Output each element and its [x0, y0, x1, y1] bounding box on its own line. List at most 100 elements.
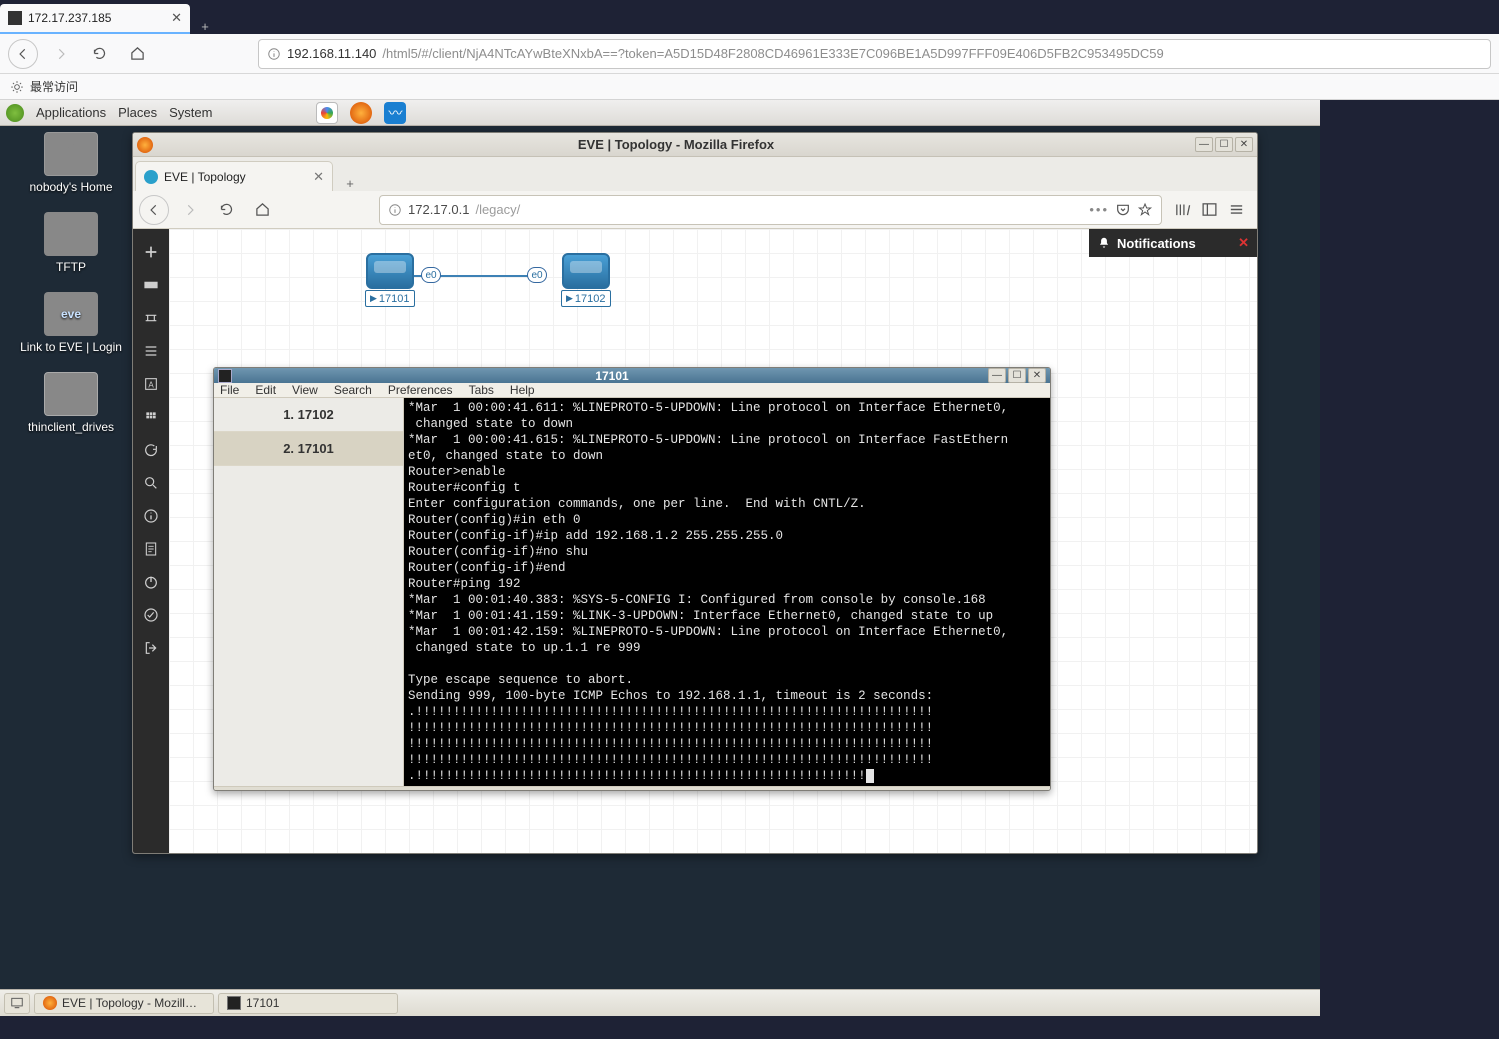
router-icon	[366, 253, 414, 289]
close-button[interactable]: ✕	[1028, 368, 1046, 383]
reload-button[interactable]	[84, 39, 114, 69]
terminal-titlebar[interactable]: 17101 — ☐ ✕	[214, 368, 1050, 383]
menu-places[interactable]: Places	[118, 105, 157, 120]
network-icon	[143, 310, 159, 326]
home-button[interactable]	[247, 195, 277, 225]
wireshark-icon[interactable]: 〰	[384, 102, 406, 124]
pocket-icon[interactable]	[1115, 202, 1131, 218]
topology-node-17101[interactable]: ▶17101	[365, 253, 415, 307]
minimize-button[interactable]: —	[988, 368, 1006, 383]
firefox-tab[interactable]: EVE | Topology ✕	[135, 161, 333, 191]
close-icon[interactable]: ✕	[313, 169, 324, 185]
notifications-label: Notifications	[1117, 236, 1196, 251]
close-icon[interactable]: ✕	[171, 10, 182, 26]
close-icon[interactable]: ✕	[1238, 235, 1249, 251]
desktop-icon-label: Link to EVE | Login	[20, 340, 122, 354]
taskbar-item-terminal[interactable]: 17101	[218, 993, 398, 1014]
new-tab-button[interactable]: +	[333, 176, 367, 191]
sidebar-doc-button[interactable]	[139, 538, 163, 560]
menu-view[interactable]: View	[292, 383, 318, 397]
menu-system[interactable]: System	[169, 105, 212, 120]
arrow-left-icon	[147, 203, 161, 217]
reload-icon	[92, 46, 107, 61]
menu-tabs[interactable]: Tabs	[469, 383, 494, 397]
arrow-right-icon	[54, 47, 68, 61]
sidebar-check-button[interactable]	[139, 604, 163, 626]
firefox-tab-label: EVE | Topology	[164, 170, 307, 184]
desktop-icon-tftp[interactable]: TFTP	[44, 212, 98, 274]
terminal-tab-17102[interactable]: 1. 17102	[214, 398, 403, 432]
desktop-icon-label: TFTP	[56, 260, 86, 274]
info-icon	[143, 508, 159, 524]
firefox-icon[interactable]	[350, 102, 372, 124]
bookmark-most-visited[interactable]: 最常访问	[30, 78, 78, 95]
star-icon[interactable]	[1137, 202, 1153, 218]
outer-browser-tab[interactable]: 172.17.237.185 ✕	[0, 4, 190, 34]
sidebar-power-button[interactable]	[139, 571, 163, 593]
sidebar-add-button[interactable]	[139, 241, 163, 263]
sidebar-text-button[interactable]: A	[139, 373, 163, 395]
back-button[interactable]	[8, 39, 38, 69]
firefox-url-path: /legacy/	[475, 202, 520, 217]
terminal-tab-17101[interactable]: 2. 17101	[214, 432, 403, 466]
desktop-icon-home[interactable]: nobody's Home	[29, 132, 112, 194]
firefox-window: EVE | Topology - Mozilla Firefox — ☐ ✕ E…	[132, 132, 1258, 854]
outer-url-bar[interactable]: 192.168.11.140/html5/#/client/NjA4NTcAYw…	[258, 39, 1491, 69]
sidebar-logout-button[interactable]	[139, 637, 163, 659]
notifications-bar[interactable]: Notifications ✕	[1089, 229, 1257, 257]
terminal-window: 17101 — ☐ ✕ File Edit View Search Prefer…	[213, 367, 1051, 791]
url-actions-icon[interactable]: •••	[1089, 202, 1109, 217]
sidebar-grid-button[interactable]	[139, 406, 163, 428]
back-button[interactable]	[139, 195, 169, 225]
eve-canvas[interactable]: Notifications ✕ e0 e0 ▶17101 ▶17102	[169, 229, 1257, 853]
node-label: ▶17101	[365, 290, 415, 307]
library-icon[interactable]	[1174, 201, 1191, 218]
maximize-button[interactable]: ☐	[1008, 368, 1026, 383]
topology-node-17102[interactable]: ▶17102	[561, 253, 611, 307]
sidebar-network-button[interactable]	[139, 307, 163, 329]
sidebar-list-button[interactable]	[139, 340, 163, 362]
menu-search[interactable]: Search	[334, 383, 372, 397]
chromium-icon[interactable]	[316, 102, 338, 124]
outer-tab-title: 172.17.237.185	[28, 11, 165, 25]
menu-applications[interactable]: Applications	[36, 105, 106, 120]
folder-icon	[44, 212, 98, 256]
sidebar-icon[interactable]	[1201, 201, 1218, 218]
terminal-tab-list: 1. 17102 2. 17101	[214, 398, 404, 786]
home-icon	[130, 46, 145, 61]
close-button[interactable]: ✕	[1235, 137, 1253, 152]
desktop-icon-thinclient[interactable]: thinclient_drives	[28, 372, 114, 434]
sidebar-nodes-button[interactable]	[139, 274, 163, 296]
desktop-icon-eve[interactable]: eve Link to EVE | Login	[20, 292, 122, 354]
svg-text:A: A	[148, 380, 154, 389]
sidebar-zoom-button[interactable]	[139, 472, 163, 494]
gnome-top-panel: Applications Places System 〰	[0, 100, 1320, 126]
firefox-titlebar[interactable]: EVE | Topology - Mozilla Firefox — ☐ ✕	[133, 133, 1257, 157]
forward-button[interactable]	[175, 195, 205, 225]
terminal-body: 1. 17102 2. 17101 *Mar 1 00:00:41.611: %…	[214, 398, 1050, 786]
sidebar-refresh-button[interactable]	[139, 439, 163, 461]
folder-icon	[44, 132, 98, 176]
router-icon	[562, 253, 610, 289]
terminal-output[interactable]: *Mar 1 00:00:41.611: %LINEPROTO-5-UPDOWN…	[404, 398, 1050, 786]
forward-button[interactable]	[46, 39, 76, 69]
taskbar-item-firefox[interactable]: EVE | Topology - Mozill…	[34, 993, 214, 1014]
hamburger-icon[interactable]	[1228, 201, 1245, 218]
menu-help[interactable]: Help	[510, 383, 535, 397]
menu-file[interactable]: File	[220, 383, 239, 397]
menu-edit[interactable]: Edit	[255, 383, 276, 397]
maximize-button[interactable]: ☐	[1215, 137, 1233, 152]
minimize-button[interactable]: —	[1195, 137, 1213, 152]
menu-preferences[interactable]: Preferences	[388, 383, 453, 397]
reload-button[interactable]	[211, 195, 241, 225]
distro-icon[interactable]	[6, 104, 24, 122]
show-desktop-button[interactable]	[4, 993, 30, 1014]
arrow-right-icon	[183, 203, 197, 217]
new-tab-button[interactable]: +	[190, 19, 220, 34]
taskbar-item-label: EVE | Topology - Mozill…	[62, 996, 197, 1010]
cursor-icon	[866, 769, 874, 783]
home-button[interactable]	[122, 39, 152, 69]
sidebar-info-button[interactable]	[139, 505, 163, 527]
firefox-url-bar[interactable]: 172.17.0.1/legacy/ •••	[379, 195, 1162, 225]
desktop-body[interactable]: nobody's Home TFTP eve Link to EVE | Log…	[0, 126, 1320, 1016]
